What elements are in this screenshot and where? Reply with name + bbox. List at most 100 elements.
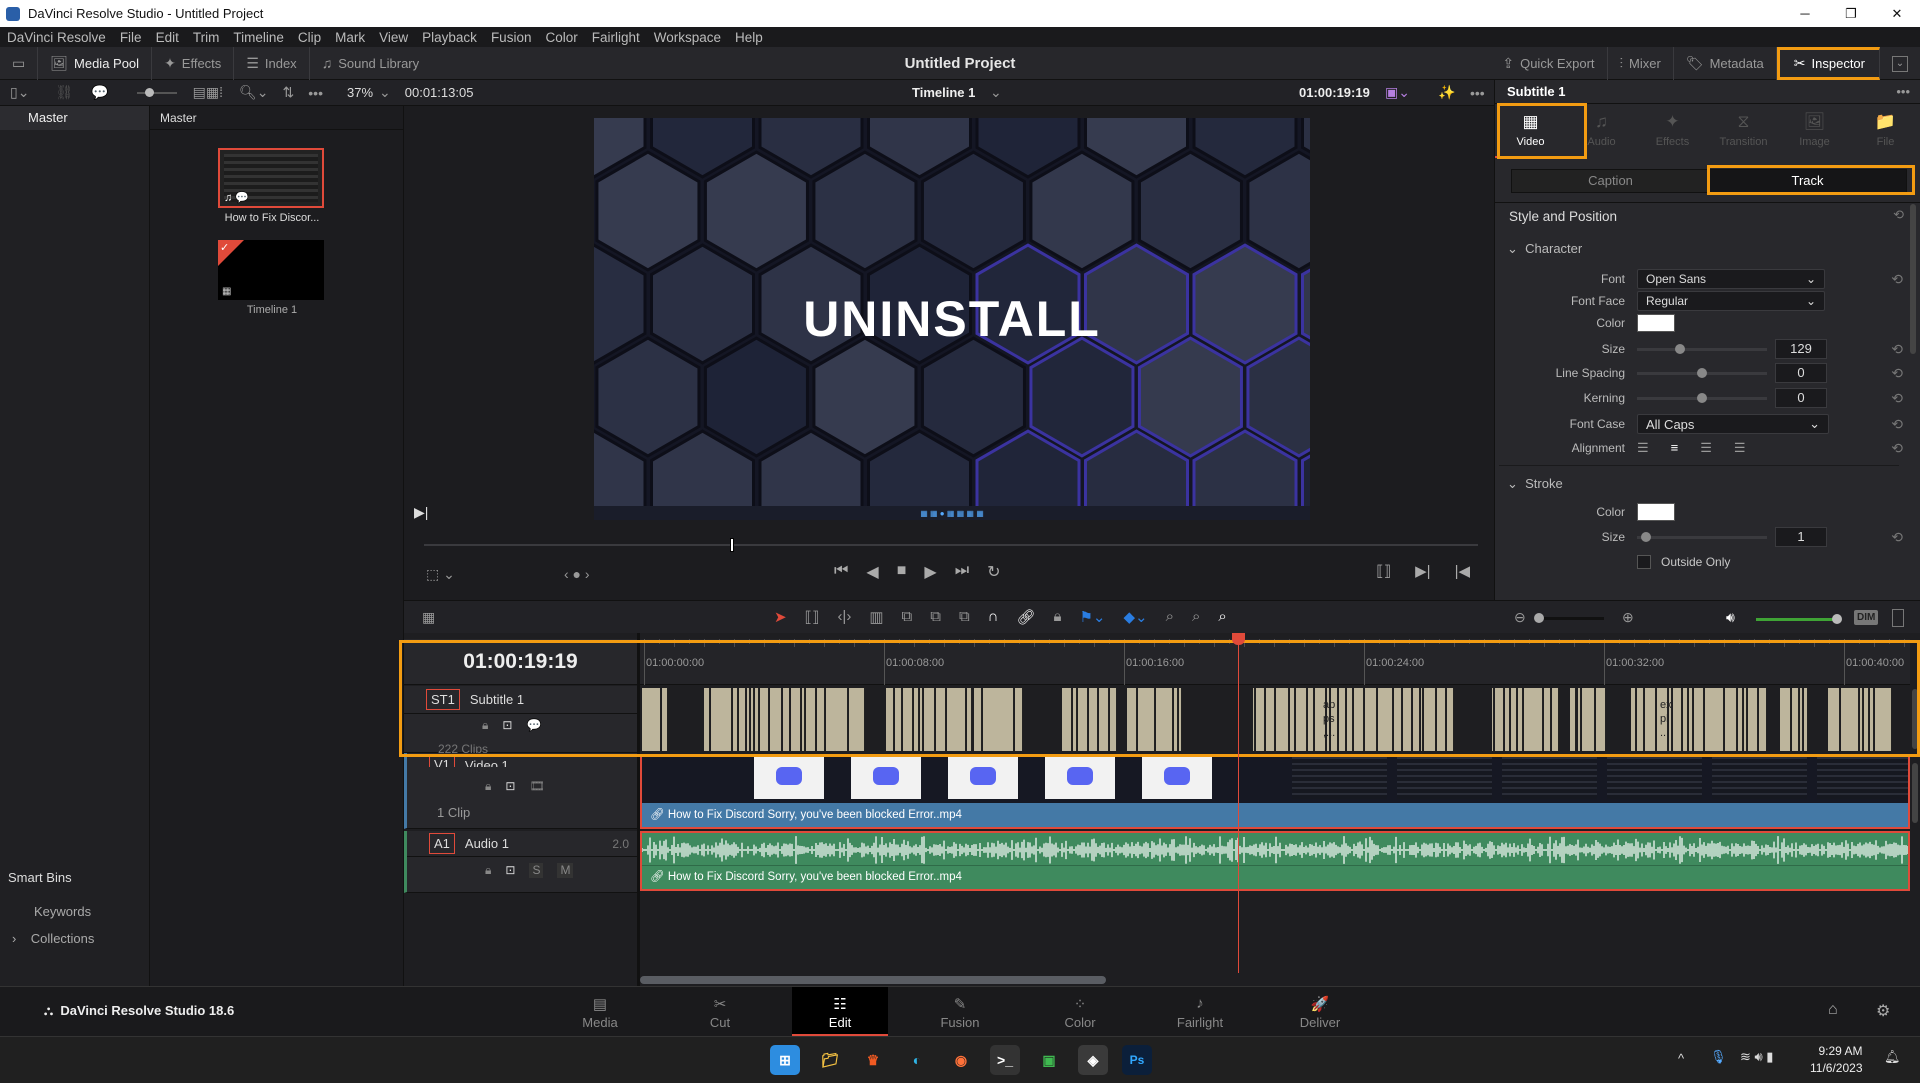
subtitle-clip[interactable] <box>703 688 710 751</box>
subtitle-clip[interactable] <box>1552 688 1560 751</box>
timeline-ruler[interactable]: 01:00:00:00 01:00:08:00 01:00:16:00 01:00:2… <box>640 639 1910 685</box>
subtitle-clip[interactable] <box>760 688 769 751</box>
page-deliver[interactable]: 🚀 Deliver <box>1272 987 1368 1037</box>
linked-selection-icon[interactable]: 🔗︎ <box>1016 608 1035 626</box>
size-slider[interactable] <box>1637 343 1767 354</box>
reset-icon[interactable]: ⟲ <box>1891 271 1903 288</box>
reset-icon[interactable]: ⟲ <box>1891 440 1903 457</box>
dynamic-trim-icon[interactable]: ‹|› <box>837 608 851 626</box>
color-sparkle-icon[interactable]: ✨ <box>1438 84 1455 101</box>
snapping-icon[interactable]: ∩ <box>988 608 999 626</box>
line-spacing-slider[interactable] <box>1637 367 1767 378</box>
subtitle-clip[interactable] <box>935 688 947 751</box>
auto-select-icon[interactable]: ⊡ <box>505 779 515 794</box>
smart-bin-collections[interactable]: › Collections <box>12 931 94 946</box>
font-face-dropdown[interactable]: Regular ⌄ <box>1637 291 1825 311</box>
subtitle-clip[interactable] <box>1307 688 1315 751</box>
inspector-button[interactable]: ✂ Inspector <box>1776 47 1880 80</box>
subtitle-clip[interactable] <box>1689 688 1693 751</box>
jog-control-icon[interactable]: ‹ ● › <box>564 566 590 582</box>
lock-icon[interactable]: 🔒︎ <box>485 863 491 878</box>
subtitle-clip[interactable] <box>1799 688 1803 751</box>
subtitle-clip[interactable] <box>1436 688 1446 751</box>
reset-icon[interactable]: ⟲ <box>1891 365 1903 382</box>
stroke-size-slider[interactable] <box>1637 531 1767 542</box>
page-color[interactable]: ⁘ Color <box>1032 987 1128 1037</box>
subtitle-clip[interactable] <box>1645 688 1656 751</box>
trim-tool-icon[interactable]: ⟦⟧ <box>805 608 820 626</box>
play-reverse-icon[interactable]: ◀ <box>866 562 878 582</box>
davinci-resolve-taskbar-icon[interactable]: ◈ <box>1078 1045 1108 1075</box>
align-right-icon[interactable]: ☰ <box>1700 440 1712 456</box>
subtitle-clip[interactable] <box>1577 688 1581 751</box>
timeline-selector[interactable]: Timeline 1 <box>912 85 975 100</box>
subtitle-clip[interactable] <box>1704 688 1725 751</box>
subtitle-clip[interactable] <box>1737 688 1744 751</box>
selection-tool-icon[interactable]: ➤ <box>774 608 787 626</box>
menu-davinci-resolve[interactable]: DaVinci Resolve <box>0 30 113 45</box>
subtitle-clip[interactable] <box>1827 688 1840 751</box>
subtitle-clip[interactable] <box>924 688 935 751</box>
prev-edit-icon[interactable]: |◀ <box>1455 562 1470 580</box>
stroke-color-swatch[interactable] <box>1637 503 1675 521</box>
character-heading[interactable]: ⌄ Character <box>1507 241 1582 257</box>
subtitle-clip[interactable] <box>1859 688 1864 751</box>
tab-track[interactable]: Track <box>1709 170 1906 192</box>
play-icon[interactable]: ▶ <box>924 562 936 582</box>
subtitle-display-icon[interactable]: 💬 <box>526 718 541 733</box>
subtitle-clip[interactable] <box>1725 688 1737 751</box>
layout-toggle-button[interactable]: ▭ <box>0 46 39 80</box>
subtitle-clip[interactable] <box>966 688 973 751</box>
media-clip-name[interactable]: How to Fix Discor... <box>202 212 342 224</box>
subtitle-clip[interactable] <box>738 688 747 751</box>
size-input[interactable]: 129 <box>1775 339 1827 359</box>
subtitle-clip[interactable] <box>983 688 1015 751</box>
subtitle-clip[interactable] <box>947 688 966 751</box>
media-pool-button[interactable]: 🖼 Media Pool <box>38 46 153 80</box>
metadata-button[interactable]: 🏷 Metadata <box>1674 47 1777 80</box>
subtitle-clip[interactable] <box>885 688 895 751</box>
stop-icon[interactable]: ■ <box>897 562 907 582</box>
subtitle-clip[interactable] <box>1394 688 1402 751</box>
subtitle-clip[interactable] <box>1510 688 1517 751</box>
subtitle-clip[interactable] <box>805 688 817 751</box>
align-justify-icon[interactable]: ☰ <box>1734 440 1746 456</box>
subtitle-clip[interactable] <box>1569 688 1577 751</box>
track-tag-v1[interactable]: V1 <box>429 754 455 767</box>
terminal-icon[interactable]: >_ <box>990 1045 1020 1075</box>
subtitle-clip[interactable] <box>1524 688 1544 751</box>
subtitle-clip[interactable] <box>1446 688 1454 751</box>
effects-button[interactable]: ✦ Effects <box>152 46 235 80</box>
position-lock-icon[interactable]: 🔒︎ <box>1054 608 1062 626</box>
reset-icon[interactable]: ⟲ <box>1891 390 1903 407</box>
zoom-full-icon[interactable]: ⌕ <box>1166 608 1174 626</box>
viewer-zoom[interactable]: 37% <box>347 85 373 100</box>
font-color-swatch[interactable] <box>1637 314 1675 332</box>
index-button[interactable]: ☰ Index <box>234 46 310 80</box>
minimize-button[interactable]: ─ <box>1782 0 1828 27</box>
timeline-horizontal-scrollbar[interactable] <box>640 976 1106 984</box>
page-media[interactable]: ▤ Media <box>552 987 648 1037</box>
subtitle-clip[interactable] <box>791 688 801 751</box>
reset-icon[interactable]: ⟲ <box>1891 529 1903 546</box>
video-clip[interactable]: 🔗︎ How to Fix Discord Sorry, you've been… <box>640 755 1910 829</box>
dim-button[interactable]: DIM <box>1854 610 1879 625</box>
timeline-clip-name[interactable]: Timeline 1 <box>202 304 342 316</box>
track-tag-st1[interactable]: ST1 <box>426 689 460 710</box>
start-button[interactable]: ⊞ <box>770 1045 800 1075</box>
subtitle-clip[interactable] <box>1413 688 1420 751</box>
track-name[interactable]: Subtitle 1 <box>470 692 524 707</box>
subtitle-clip[interactable] <box>1061 688 1073 751</box>
panel-toggle-icon[interactable]: ▯⌄ <box>10 84 29 101</box>
subtitle-clip[interactable] <box>1803 688 1809 751</box>
subtitle-clip[interactable] <box>1744 688 1748 751</box>
sort-icon[interactable]: ⇅ <box>283 84 295 101</box>
menu-color[interactable]: Color <box>538 30 584 45</box>
lock-icon[interactable]: 🔒︎ <box>485 779 491 794</box>
subtitle-clip[interactable] <box>710 688 733 751</box>
align-center-icon[interactable]: ≡ <box>1671 440 1679 456</box>
timeline-thumbnail[interactable]: ✓ ▦ <box>218 240 324 300</box>
menu-timeline[interactable]: Timeline <box>226 30 291 45</box>
subtitle-clip[interactable] <box>919 688 924 751</box>
subtitle-clip[interactable] <box>1377 688 1393 751</box>
